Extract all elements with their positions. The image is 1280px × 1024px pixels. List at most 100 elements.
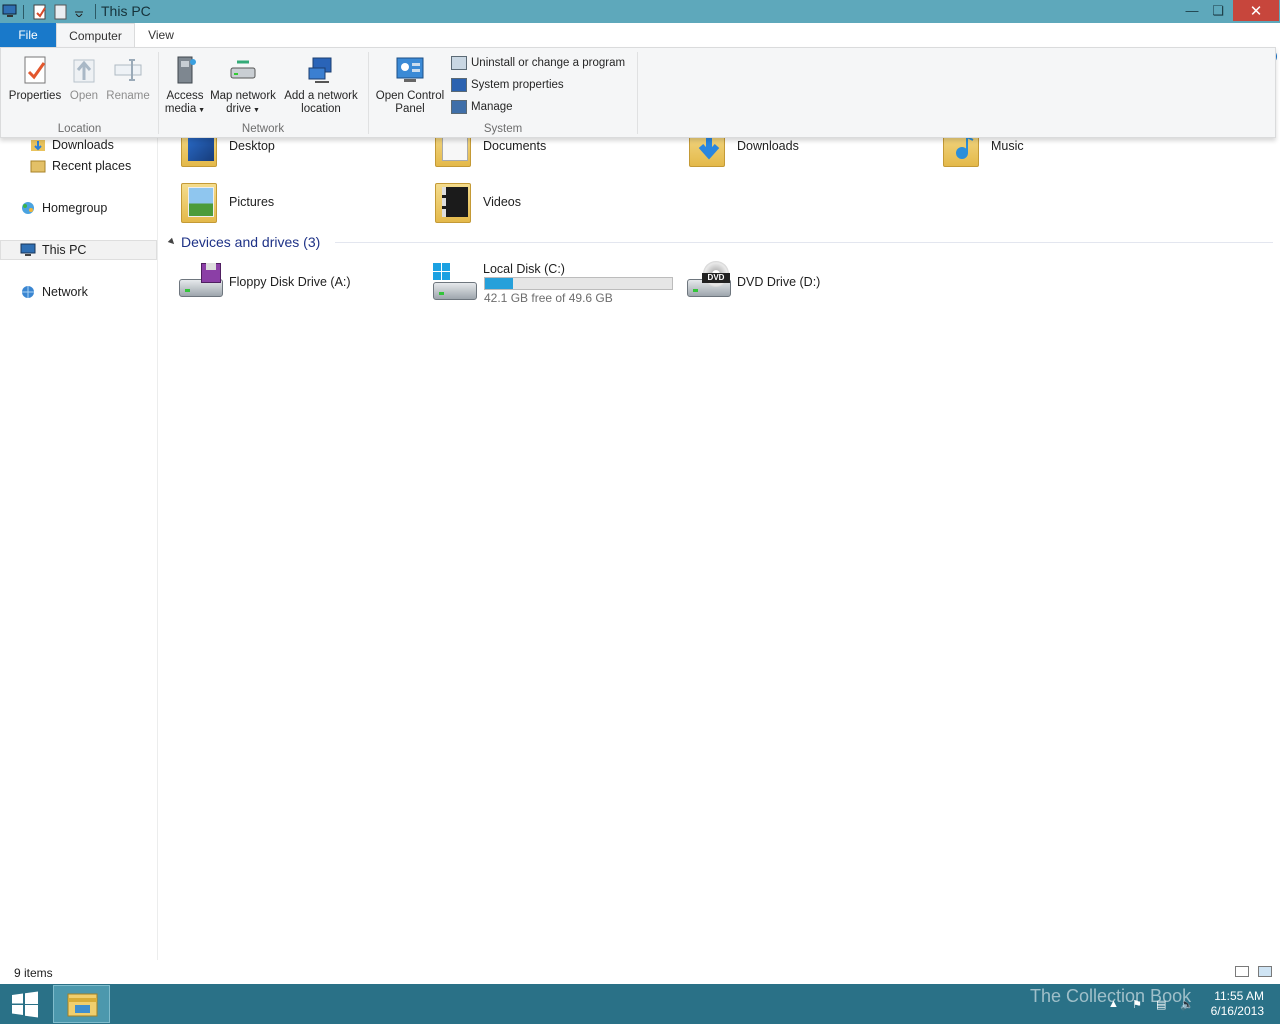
open-label: Open <box>69 90 99 102</box>
customize-toolbar-chevron-icon[interactable] <box>74 7 84 17</box>
downloads-icon <box>31 140 45 151</box>
system-group-label: System <box>483 123 523 135</box>
open-control-panel-button[interactable]: Open Control Panel <box>373 54 447 116</box>
clock[interactable]: 11:55 AM 6/16/2013 <box>1204 989 1264 1019</box>
properties-button[interactable]: Properties <box>7 54 63 103</box>
system-properties-button[interactable]: System properties <box>451 77 564 93</box>
videos-folder-icon <box>431 177 481 227</box>
map-network-drive-label-2: drive <box>226 103 252 115</box>
uninstall-program-button[interactable]: Uninstall or change a program <box>451 55 625 71</box>
file-explorer-icon <box>67 993 98 1017</box>
drive-dvd[interactable]: DVD DVD Drive (D:) <box>685 256 820 308</box>
manage-button[interactable]: Manage <box>451 99 513 115</box>
collapse-triangle-icon[interactable] <box>167 237 177 247</box>
large-icons-view-icon[interactable] <box>1258 966 1272 977</box>
new-folder-icon[interactable] <box>54 4 68 20</box>
status-bar: 9 items <box>0 960 1280 984</box>
volume-icon[interactable]: 🔈 <box>1180 998 1194 1011</box>
system-properties-label: System properties <box>471 79 564 91</box>
dvd-drive-icon: DVD <box>685 257 735 307</box>
folder-videos[interactable]: Videos <box>431 176 521 228</box>
minimize-icon: — <box>1185 3 1199 18</box>
nav-item-this-pc[interactable]: This PC <box>0 240 157 260</box>
nav-item-network[interactable]: Network <box>0 282 157 302</box>
access-media-button[interactable]: Access media ▼ <box>163 54 207 117</box>
drive-floppy[interactable]: Floppy Disk Drive (A:) <box>177 256 351 308</box>
access-media-label-1: Access <box>166 90 204 102</box>
rename-icon <box>112 54 144 86</box>
pictures-folder-icon <box>177 177 227 227</box>
item-count: 9 items <box>14 966 53 980</box>
drive-label: Floppy Disk Drive (A:) <box>229 275 351 289</box>
drive-free-space: 42.1 GB free of 49.6 GB <box>484 291 613 305</box>
properties-icon <box>19 54 51 86</box>
rename-button[interactable]: Rename <box>105 54 151 103</box>
add-network-location-button[interactable]: Add a network location <box>281 54 361 116</box>
open-button[interactable]: Open <box>66 54 102 103</box>
taskbar: The Collection Book ▲ ⚑ ▤ 🔈 11:55 AM 6/1… <box>0 984 1280 1024</box>
ribbon-panel: Properties Open Rename Location Access m… <box>0 47 1276 138</box>
restore-button[interactable]: ❏ <box>1205 0 1231 21</box>
folder-label: Pictures <box>229 195 275 209</box>
tab-file[interactable]: File <box>0 23 56 47</box>
access-media-label-2: media <box>164 103 197 115</box>
network-tray-icon[interactable]: ▤ <box>1156 998 1170 1011</box>
details-view-icon[interactable] <box>1235 966 1249 977</box>
title-bar: This PC — ❏ ✕ <box>0 0 1280 23</box>
open-control-panel-label-1: Open Control <box>375 90 445 102</box>
nav-item-homegroup[interactable]: Homegroup <box>0 198 157 218</box>
manage-icon <box>451 100 467 114</box>
group-separator <box>368 52 369 134</box>
minimize-button[interactable]: — <box>1180 0 1204 21</box>
group-separator <box>158 52 159 134</box>
show-hidden-icons-icon[interactable]: ▲ <box>1108 998 1122 1010</box>
network-icon <box>22 286 34 298</box>
devices-section-header[interactable]: Devices and drives (3) <box>167 234 320 250</box>
ribbon-tabs: File Computer View ☐ ? <box>0 23 1280 64</box>
window-title: This PC <box>101 3 151 19</box>
close-button[interactable]: ✕ <box>1233 0 1279 21</box>
folder-label: Videos <box>483 195 521 209</box>
dvd-badge: DVD <box>702 273 730 283</box>
folder-label: Downloads <box>737 139 799 153</box>
access-media-icon <box>169 54 201 86</box>
properties-label: Properties <box>8 90 62 102</box>
file-explorer-taskbar-button[interactable] <box>53 985 110 1023</box>
chevron-down-icon: ▼ <box>196 107 206 114</box>
start-button[interactable] <box>0 984 50 1024</box>
windows-logo-icon <box>12 991 38 1018</box>
drive-label: Local Disk (C:) <box>483 262 565 276</box>
open-icon <box>68 54 100 86</box>
tab-computer[interactable]: Computer <box>56 23 135 47</box>
storage-usage-fill <box>485 278 514 289</box>
local-disk-icon <box>431 260 481 310</box>
tab-view[interactable]: View <box>140 23 182 47</box>
nav-label: Homegroup <box>42 201 108 215</box>
nav-item-recent-places[interactable]: Recent places <box>0 156 157 176</box>
title-separator <box>95 4 96 19</box>
location-group-label: Location <box>57 123 102 135</box>
add-network-location-label-1: Add a network <box>284 90 358 102</box>
computer-icon[interactable] <box>2 4 18 19</box>
content-area: Desktop Documents Downloads Music Pictur… <box>159 127 1280 960</box>
network-group-label: Network <box>241 123 285 135</box>
folder-label: Documents <box>483 139 547 153</box>
action-center-flag-icon[interactable]: ⚑ <box>1132 998 1146 1011</box>
properties-icon[interactable] <box>32 4 48 20</box>
uninstall-program-icon <box>451 56 467 70</box>
map-network-drive-label-1: Map network <box>210 90 276 102</box>
rename-label: Rename <box>106 90 150 102</box>
clock-time: 11:55 AM <box>1214 989 1264 1003</box>
navigation-pane: Downloads Recent places Homegroup This P… <box>0 138 158 960</box>
restore-icon: ❏ <box>1212 2 1224 18</box>
manage-label: Manage <box>471 101 513 113</box>
nav-label: This PC <box>42 243 87 257</box>
quick-access-toolbar <box>2 3 84 20</box>
map-network-drive-button[interactable]: Map network drive ▼ <box>207 54 279 117</box>
uninstall-program-label: Uninstall or change a program <box>471 57 626 69</box>
folder-pictures[interactable]: Pictures <box>177 176 274 228</box>
homegroup-icon <box>22 202 34 214</box>
add-network-location-icon <box>305 54 337 86</box>
folder-label: Desktop <box>229 139 275 153</box>
nav-item-downloads[interactable]: Downloads <box>0 135 157 155</box>
